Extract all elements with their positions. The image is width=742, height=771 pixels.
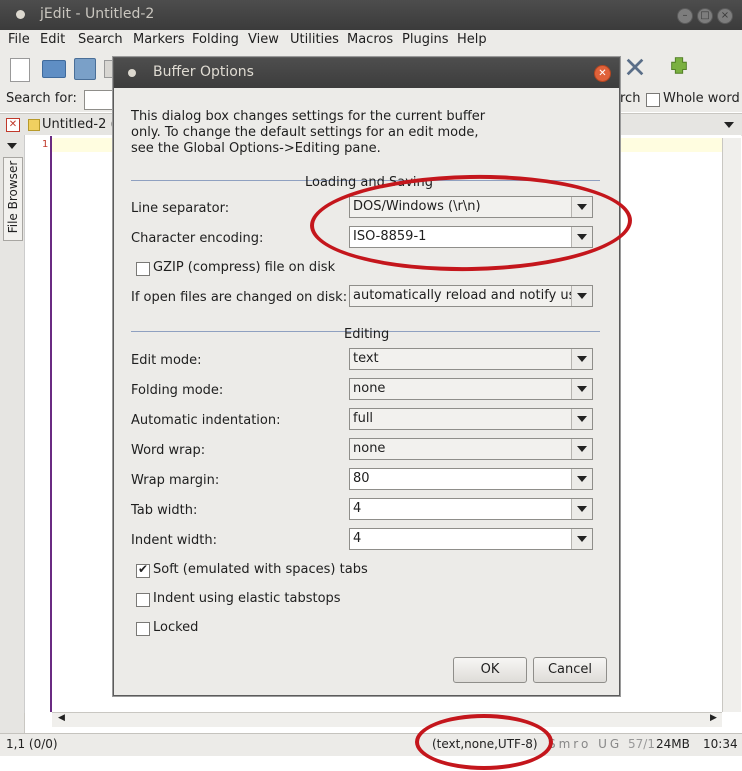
caret-position[interactable]: 1,1 (0/0) [6, 737, 58, 751]
chevron-down-icon [571, 286, 592, 306]
wrap-margin-value: 80 [353, 471, 370, 486]
edit-mode-label: Edit mode: [131, 353, 202, 368]
wrap-margin-label: Wrap margin: [131, 473, 220, 488]
memory-status[interactable]: 24MB [656, 737, 690, 751]
menu-edit[interactable]: Edit [40, 32, 65, 47]
buffer-icon [28, 119, 40, 131]
menu-search[interactable]: Search [78, 32, 123, 47]
menu-bar: File Edit Search Markers Folding View Ut… [0, 30, 742, 52]
word-wrap-value: none [353, 441, 386, 456]
whole-word-checkbox[interactable] [646, 93, 660, 107]
wrap-margin-input[interactable]: 80 [349, 468, 593, 490]
buffer-flags: Smro UG [548, 737, 623, 751]
line-separator-label: Line separator: [131, 201, 230, 216]
file-browser-label: File Browser [6, 160, 20, 234]
word-wrap-select[interactable]: none [349, 438, 593, 460]
chevron-down-icon [571, 379, 592, 399]
open-changed-value: automatically reload and notify user [353, 288, 589, 303]
menu-plugins[interactable]: Plugins [402, 32, 449, 47]
auto-indent-select[interactable]: full [349, 408, 593, 430]
file-browser-tab[interactable]: File Browser [3, 157, 23, 241]
minimize-icon[interactable]: – [677, 8, 693, 24]
maximize-icon[interactable]: □ [697, 8, 713, 24]
locked-label: Locked [153, 620, 199, 635]
dialog-titlebar: Buffer Options ✕ [114, 58, 619, 88]
tab-width-value: 4 [353, 501, 362, 516]
menu-help[interactable]: Help [457, 32, 487, 47]
indent-width-label: Indent width: [131, 533, 218, 548]
open-changed-label: If open files are changed on disk: [131, 290, 348, 305]
menu-macros[interactable]: Macros [347, 32, 393, 47]
indent-width-input[interactable]: 4 [349, 528, 593, 550]
chevron-down-icon [571, 529, 592, 549]
scroll-left-icon[interactable]: ◀ [58, 713, 65, 723]
folding-mode-value: none [353, 381, 386, 396]
menu-markers[interactable]: Markers [133, 32, 185, 47]
search-input[interactable] [84, 90, 116, 110]
word-wrap-label: Word wrap: [131, 443, 206, 458]
menu-file[interactable]: File [8, 32, 30, 47]
locked-checkbox[interactable] [136, 622, 150, 636]
buffer-tab[interactable]: Untitled-2 ( [42, 117, 116, 132]
elastic-tabstops-label: Indent using elastic tabstops [153, 591, 341, 606]
auto-indent-label: Automatic indentation: [131, 413, 281, 428]
encoding-label: Character encoding: [131, 231, 264, 246]
plugin-icon[interactable] [668, 54, 690, 76]
cut-tool-icon[interactable] [624, 56, 646, 78]
open-changed-select[interactable]: automatically reload and notify user [349, 285, 593, 307]
save-icon[interactable] [74, 58, 96, 80]
annotation-ring-status [415, 714, 553, 770]
search-label: Search for: [6, 91, 77, 106]
dialog-close-icon[interactable]: ✕ [594, 65, 611, 82]
tab-width-label: Tab width: [131, 503, 198, 518]
status-bar: 1,1 (0/0) (text,none,UTF-8) Smro UG 57/1… [0, 733, 742, 756]
window-titlebar: jEdit - Untitled-2 – □ × [0, 0, 742, 30]
buffer-list-dropdown-icon[interactable] [720, 116, 738, 134]
whole-word-label: Whole word [663, 91, 740, 106]
chevron-down-icon [571, 499, 592, 519]
auto-indent-value: full [353, 411, 374, 426]
folding-mode-label: Folding mode: [131, 383, 224, 398]
menu-folding[interactable]: Folding [192, 32, 239, 47]
dock-menu-icon[interactable] [4, 139, 20, 153]
open-file-icon[interactable] [42, 60, 66, 78]
chevron-down-icon [571, 409, 592, 429]
clock: 10:34 [703, 737, 738, 751]
indent-width-value: 4 [353, 531, 362, 546]
tab-width-input[interactable]: 4 [349, 498, 593, 520]
chevron-down-icon [571, 439, 592, 459]
scroll-right-icon[interactable]: ▶ [710, 713, 717, 723]
line-count: 57/1 [628, 737, 655, 751]
vertical-scrollbar[interactable] [722, 138, 741, 712]
edit-mode-value: text [353, 351, 379, 366]
dialog-title: Buffer Options [153, 64, 254, 80]
dialog-menu-icon[interactable] [128, 69, 136, 77]
window-menu-icon[interactable] [16, 10, 25, 19]
left-dock: File Browser [0, 135, 25, 735]
ok-button[interactable]: OK [453, 657, 527, 683]
line-number: 1 [42, 139, 49, 150]
dialog-intro: This dialog box changes settings for the… [131, 109, 486, 156]
menu-utilities[interactable]: Utilities [290, 32, 339, 47]
gzip-label: GZIP (compress) file on disk [153, 260, 336, 275]
chevron-down-icon [571, 469, 592, 489]
elastic-tabstops-checkbox[interactable] [136, 593, 150, 607]
menu-view[interactable]: View [248, 32, 279, 47]
horizontal-scrollbar[interactable]: ◀ ▶ [52, 712, 722, 727]
soft-tabs-label: Soft (emulated with spaces) tabs [153, 562, 368, 577]
section-editing: Editing [344, 327, 390, 342]
gzip-checkbox[interactable] [136, 262, 150, 276]
chevron-down-icon [571, 349, 592, 369]
close-window-icon[interactable]: × [717, 8, 733, 24]
search-option-partial: rch [620, 91, 641, 106]
buffer-options-dialog: Buffer Options ✕ This dialog box changes… [113, 57, 620, 696]
soft-tabs-checkbox[interactable] [136, 562, 150, 578]
new-file-icon[interactable] [10, 58, 30, 82]
gutter: 1 [28, 136, 52, 712]
folding-mode-select[interactable]: none [349, 378, 593, 400]
close-buffer-icon[interactable]: ✕ [6, 118, 20, 132]
cancel-button[interactable]: Cancel [533, 657, 607, 683]
edit-mode-select[interactable]: text [349, 348, 593, 370]
window-title: jEdit - Untitled-2 [40, 6, 155, 22]
